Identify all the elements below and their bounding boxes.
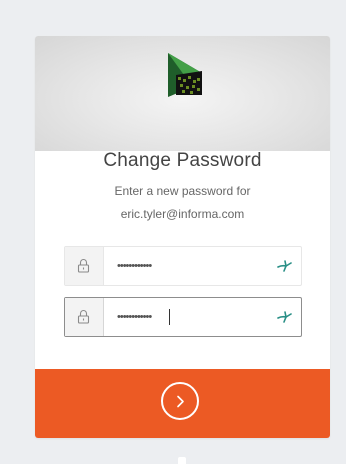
app-logo-icon — [168, 53, 202, 97]
change-password-card: Change Password Enter a new password for… — [35, 36, 330, 438]
card-header — [35, 36, 330, 151]
lock-icon-box — [65, 298, 104, 336]
confirm-password-value[interactable]: •••••••••••• — [117, 298, 152, 336]
chevron-right-icon — [177, 395, 184, 408]
page-title: Change Password — [103, 150, 262, 171]
show-password-icon[interactable] — [277, 310, 293, 324]
submit-button[interactable] — [161, 382, 199, 420]
new-password-value[interactable]: •••••••••••• — [117, 247, 152, 285]
lock-icon — [77, 259, 90, 273]
lock-icon — [77, 310, 90, 324]
prompt-text: Enter a new password for — [114, 184, 251, 198]
account-email: eric.tyler@informa.com — [120, 207, 245, 221]
text-cursor — [169, 309, 170, 325]
footer-mark — [178, 457, 186, 464]
confirm-password-field[interactable]: •••••••••••• — [64, 297, 302, 337]
submit-bar — [35, 369, 330, 438]
lock-icon-box — [65, 247, 104, 285]
show-password-icon[interactable] — [277, 259, 293, 273]
new-password-field[interactable]: •••••••••••• — [64, 246, 302, 286]
